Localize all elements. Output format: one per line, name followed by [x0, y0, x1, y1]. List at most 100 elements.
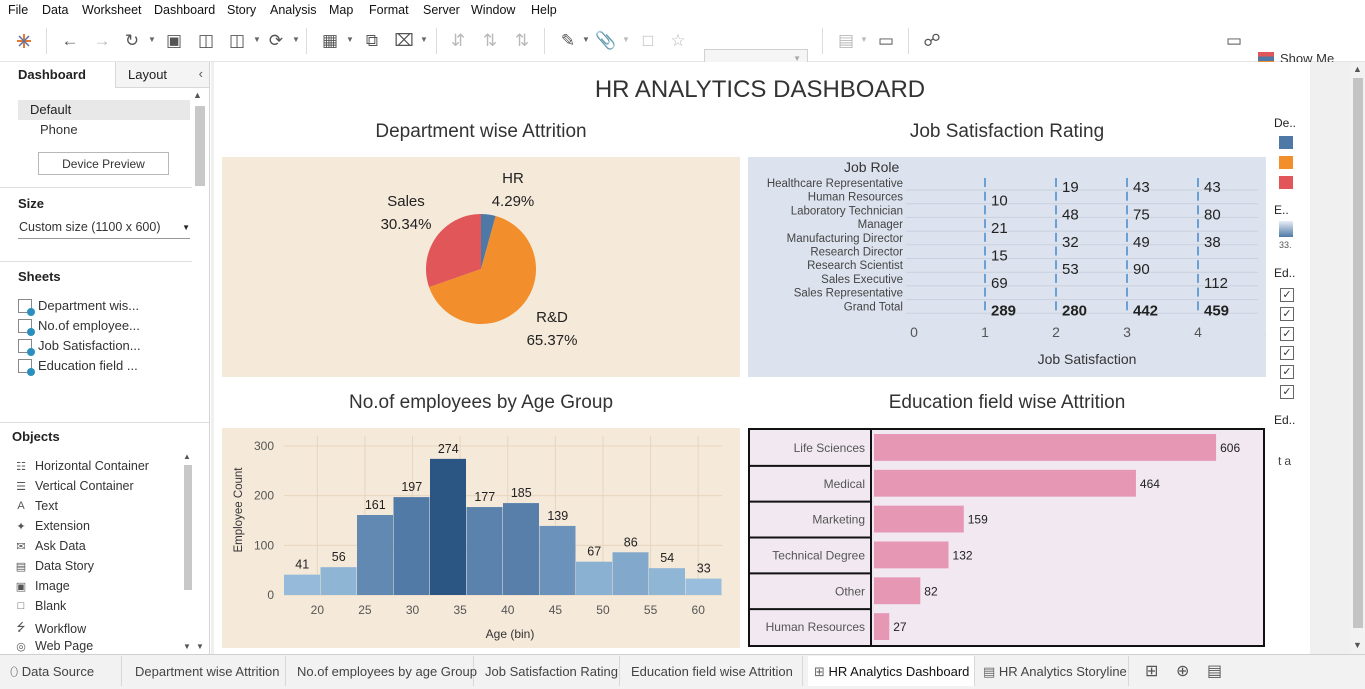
new-worksheet-tab-icon[interactable]: ⊞ — [1145, 661, 1158, 681]
menu-worksheet[interactable]: Worksheet — [82, 3, 142, 17]
education-bar[interactable] — [874, 434, 1217, 461]
menu-server[interactable]: Server — [423, 3, 460, 17]
sort-ascending-icon[interactable]: ⇅ — [478, 29, 502, 53]
age-bar[interactable] — [466, 507, 503, 595]
legend-checkbox[interactable]: ✓ — [1280, 345, 1294, 360]
legend-checkbox[interactable]: ✓ — [1280, 326, 1294, 341]
show-cards-icon[interactable]: ▤ — [834, 29, 858, 53]
sort-descending-icon[interactable]: ⇅ — [510, 29, 534, 53]
legend-checkbox[interactable]: ✓ — [1280, 365, 1294, 380]
highlight-icon[interactable]: ✎ — [556, 29, 580, 53]
objects-scroll-up-icon[interactable]: ▲ — [183, 452, 193, 462]
menu-story[interactable]: Story — [227, 3, 256, 17]
legend-swatch-sales[interactable] — [1279, 176, 1293, 189]
job-satisfaction-pane[interactable]: Job Role Healthcare Representative Human R… — [748, 157, 1273, 377]
age-bar[interactable] — [320, 567, 357, 595]
replay-icon[interactable]: ↻ — [120, 29, 144, 53]
sheet-item[interactable]: Education field ... — [18, 358, 138, 376]
education-bar[interactable] — [874, 613, 890, 640]
legend-checkbox[interactable]: ✓ — [1280, 384, 1294, 399]
age-bar[interactable] — [649, 568, 685, 595]
label-icon[interactable]: □ — [636, 29, 660, 53]
age-bar[interactable] — [576, 561, 612, 595]
size-dropdown[interactable]: Custom size (1100 x 600) ▼ — [18, 217, 190, 239]
education-bar[interactable] — [874, 469, 1136, 497]
format-painter-icon[interactable]: ▭ — [1222, 29, 1246, 53]
object-item[interactable]: ☷ Horizontal Container — [14, 459, 149, 473]
refresh-icon[interactable]: ⟳ — [264, 29, 288, 53]
swap-icon[interactable]: ⇵ — [446, 29, 470, 53]
canvas-scroll-thumb[interactable] — [1353, 78, 1363, 628]
menu-map[interactable]: Map — [329, 3, 353, 17]
legend-swatch-rd[interactable] — [1279, 156, 1293, 169]
age-bar[interactable] — [503, 503, 539, 595]
object-item[interactable]: ☰ Vertical Container — [14, 479, 134, 493]
new-story-tab-icon[interactable]: ▤ — [1207, 661, 1222, 681]
canvas-vertical-scrollbar[interactable]: ▲ ▼ — [1351, 62, 1365, 654]
scroll-up-icon[interactable]: ▲ — [193, 90, 207, 106]
object-item[interactable]: ▤ Data Story — [14, 559, 94, 573]
age-bar[interactable] — [685, 578, 722, 595]
collapse-panel-icon[interactable]: ‹ — [199, 66, 203, 81]
department-attrition-pane[interactable]: HR 4.29% R&D 65.37% Sales 30.34% — [222, 157, 740, 377]
menu-window[interactable]: Window — [471, 3, 515, 17]
sheet-tab[interactable]: No.of employees by age Group — [291, 656, 477, 686]
legend-checkbox[interactable]: ✓ — [1280, 307, 1294, 322]
new-dashboard-tab-icon[interactable]: ⊕ — [1176, 661, 1189, 681]
age-bar[interactable] — [539, 525, 576, 595]
share-icon[interactable]: ☍ — [920, 29, 944, 53]
new-worksheet-icon[interactable]: ▦ — [318, 29, 342, 53]
save-icon[interactable]: ▣ — [162, 29, 186, 53]
menu-dashboard[interactable]: Dashboard — [154, 3, 215, 17]
sheet-item[interactable]: No.of employee... — [18, 318, 140, 336]
undo-icon[interactable]: ← — [58, 29, 82, 53]
education-attrition-pane[interactable]: Life Sciences 606 Medical 464 Marketing 159 Te… — [748, 428, 1265, 647]
sheet-tab[interactable]: Job Satisfaction Rating — [479, 656, 620, 686]
tab-dashboard[interactable]: Dashboard — [0, 62, 115, 88]
menu-format[interactable]: Format — [369, 3, 409, 17]
legend-swatch-hr[interactable] — [1279, 136, 1293, 149]
device-default[interactable]: Default — [18, 100, 190, 120]
object-item[interactable]: ⭍ Workflow — [14, 619, 86, 638]
age-bar[interactable] — [284, 574, 320, 595]
object-item[interactable]: ◎ Web Page — [14, 639, 93, 653]
menu-help[interactable]: Help — [531, 3, 557, 17]
redo-icon[interactable]: → — [90, 29, 114, 53]
object-item[interactable]: ▣ Image — [14, 579, 70, 593]
age-bar[interactable] — [612, 552, 649, 595]
new-data-source-icon[interactable]: ◫ — [194, 29, 218, 53]
duplicate-sheet-icon[interactable]: ⧉ — [360, 29, 384, 53]
age-bar[interactable] — [357, 515, 393, 595]
object-item[interactable]: □ Blank — [14, 599, 67, 613]
sheet-item[interactable]: Department wis... — [18, 298, 139, 316]
tableau-logo-icon[interactable] — [12, 29, 36, 53]
sheet-item[interactable]: Job Satisfaction... — [18, 338, 141, 356]
education-bar[interactable] — [874, 541, 949, 569]
menu-data[interactable]: Data — [42, 3, 68, 17]
presentation-mode-icon[interactable]: ▭ — [874, 29, 898, 53]
device-phone[interactable]: Phone — [40, 122, 78, 137]
age-bar[interactable] — [393, 497, 430, 595]
legend-checkbox[interactable]: ✓ — [1280, 288, 1294, 302]
object-item[interactable]: ✦ Extension — [14, 519, 90, 533]
object-item[interactable]: A Text — [14, 499, 58, 513]
object-item[interactable]: ✉ Ask Data — [14, 539, 85, 553]
sheet-tab[interactable]: ▤ HR Analytics Storyline — [977, 656, 1129, 686]
sheet-tab[interactable]: ⊞ HR Analytics Dashboard — [808, 656, 975, 686]
objects-scroll-down-icon[interactable]: ▼ — [183, 642, 193, 652]
fix-axes-icon[interactable]: ☆ — [666, 29, 690, 53]
device-preview-button[interactable]: Device Preview — [38, 152, 169, 175]
tab-layout[interactable]: Layout ‹ — [115, 62, 209, 88]
menu-file[interactable]: File — [8, 3, 28, 17]
sheet-tab[interactable]: Department wise Attrition — [129, 656, 286, 686]
clear-sheet-icon[interactable]: ⌧ — [392, 29, 416, 53]
education-bar[interactable] — [874, 577, 921, 605]
objects-scrollbar[interactable] — [184, 465, 192, 590]
sheet-tab[interactable]: ⬯ Data Source — [4, 656, 122, 686]
menu-analysis[interactable]: Analysis — [270, 3, 317, 17]
age-bar[interactable] — [430, 458, 466, 595]
panel-scroll-down-icon[interactable]: ▼ — [196, 642, 206, 652]
group-icon[interactable]: 📎 — [594, 29, 618, 53]
device-scrollbar[interactable] — [195, 106, 205, 186]
pause-updates-icon[interactable]: ◫ — [225, 29, 249, 53]
